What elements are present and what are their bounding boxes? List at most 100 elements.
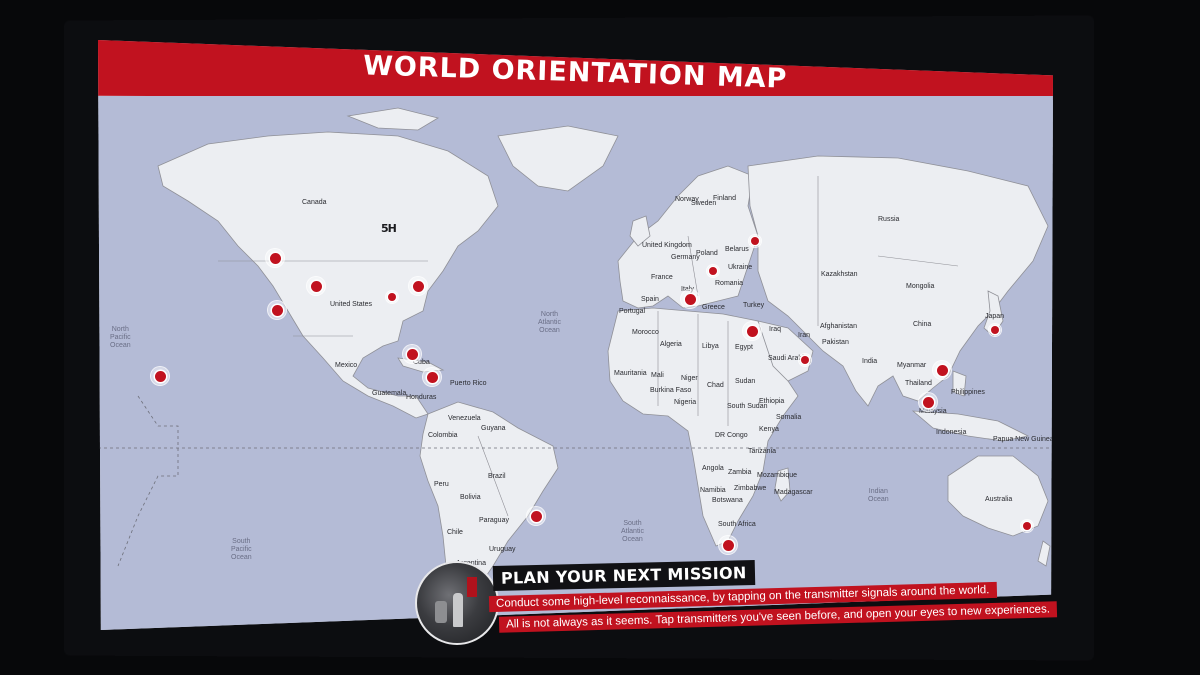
transmitter-dot-icon	[412, 280, 424, 292]
transmitter-dot-icon	[722, 539, 734, 551]
transmitter-dot-icon	[1023, 522, 1031, 530]
country-label: Algeria	[660, 341, 682, 348]
country-label: Afghanistan	[820, 323, 857, 330]
country-label: Mauritania	[614, 370, 647, 377]
transmitter-dot-icon	[801, 356, 809, 364]
ocean-label: South Pacific Ocean	[231, 538, 252, 561]
transmitter-marker-seattle[interactable]	[266, 249, 284, 267]
transmitter-dot-icon	[936, 364, 948, 376]
transmitter-dot-icon	[991, 326, 999, 334]
country-label: Portugal	[619, 308, 646, 315]
country-label: Myanmar	[897, 362, 927, 369]
transmitter-dot-icon	[684, 293, 696, 305]
country-label: Indonesia	[936, 429, 967, 436]
thumbnail-red-sign	[467, 577, 477, 597]
transmitter-marker-cape-town[interactable]	[719, 536, 737, 554]
country-label: Bolivia	[460, 494, 481, 501]
ocean-label: South Atlantic Ocean	[621, 520, 644, 543]
transmitter-marker-hawaii[interactable]	[151, 367, 169, 385]
transmitter-marker-miami[interactable]	[403, 345, 421, 363]
country-label: United Kingdom	[642, 242, 692, 249]
country-label: Spain	[641, 296, 659, 303]
country-label: Turkey	[743, 302, 765, 309]
transmitter-dot-icon	[310, 280, 322, 292]
touch-screen: WORLD ORIENTATION MAP Canada United Stat…	[98, 40, 1053, 630]
country-label: Brazil	[488, 473, 506, 480]
ocean-label: North Pacific Ocean	[110, 326, 131, 349]
country-label: Belarus	[725, 246, 749, 253]
country-label: Morocco	[632, 329, 659, 336]
country-label: Sudan	[735, 378, 756, 385]
country-label: Guyana	[481, 425, 506, 432]
country-label: Papua New Guinea	[993, 436, 1053, 443]
country-label: Philippines	[951, 389, 985, 396]
country-label: Mozambique	[757, 472, 798, 479]
country-label: Iraq	[769, 326, 782, 333]
transmitter-dot-icon	[406, 348, 418, 360]
transmitter-marker-moscow[interactable]	[749, 235, 761, 247]
country-label: Tanzania	[748, 448, 777, 455]
country-label: Namibia	[700, 487, 726, 494]
country-label: Botswana	[712, 497, 743, 504]
transmitter-marker-new-york[interactable]	[409, 277, 427, 295]
country-label: Ethiopia	[759, 398, 785, 405]
transmitter-marker-denver[interactable]	[307, 277, 325, 295]
country-label: Japan	[985, 313, 1005, 320]
transmitter-marker-dubai[interactable]	[799, 354, 811, 366]
mission-video-thumbnail[interactable]	[415, 561, 499, 645]
transmitter-dot-icon	[269, 252, 281, 264]
transmitter-dot-icon	[709, 267, 717, 275]
transmitter-marker-caribbean[interactable]	[423, 368, 441, 386]
country-label: Uruguay	[489, 546, 516, 553]
transmitter-dot-icon	[922, 396, 934, 408]
country-label: Puerto Rico	[450, 380, 487, 387]
transmitter-marker-vienna[interactable]	[707, 265, 719, 277]
country-label: Madagascar	[774, 489, 813, 496]
transmitter-marker-chicago[interactable]	[386, 291, 398, 303]
country-label: Kazakhstan	[821, 271, 858, 278]
ocean-label: Indian Ocean	[868, 488, 889, 503]
country-label: Chile	[447, 529, 463, 536]
spy-museum-logo[interactable]: 5H	[381, 222, 397, 235]
world-map[interactable]: Canada United States Mexico Cuba Guatemala Pu…	[98, 96, 1053, 630]
country-label: Thailand	[905, 380, 932, 387]
country-label: Chad	[707, 382, 724, 389]
country-label: Australia	[985, 496, 1013, 503]
transmitter-marker-sydney[interactable]	[1021, 520, 1033, 532]
transmitter-marker-hong-kong[interactable]	[933, 361, 951, 379]
country-label: Peru	[434, 481, 449, 488]
country-label: Zambia	[728, 469, 752, 476]
country-label: Guatemala	[372, 390, 407, 397]
country-label: Mexico	[335, 362, 358, 369]
transmitter-dot-icon	[154, 370, 166, 382]
country-label: Honduras	[406, 394, 437, 401]
country-label: Angola	[702, 465, 724, 472]
country-label: Somalia	[776, 414, 802, 421]
transmitter-marker-los-angeles[interactable]	[268, 301, 286, 319]
country-label: Libya	[702, 343, 719, 350]
thumbnail-person-left	[435, 601, 447, 623]
transmitter-marker-cairo[interactable]	[743, 322, 761, 340]
transmitter-dot-icon	[751, 237, 759, 245]
country-label: Kenya	[759, 426, 779, 433]
country-label: Germany	[671, 254, 700, 261]
country-label: Romania	[715, 280, 744, 287]
country-label: Ukraine	[728, 264, 753, 271]
country-label: China	[913, 321, 932, 328]
country-label: Finland	[713, 195, 736, 202]
country-label: South Africa	[718, 521, 756, 528]
country-label: Venezuela	[448, 415, 481, 422]
transmitter-marker-singapore[interactable]	[919, 393, 937, 411]
country-label: Burkina Faso	[650, 387, 692, 394]
transmitter-marker-tokyo[interactable]	[989, 324, 1001, 336]
transmitter-dot-icon	[746, 325, 758, 337]
country-label: Paraguay	[479, 517, 509, 524]
transmitter-dot-icon	[271, 304, 283, 316]
transmitter-marker-rio[interactable]	[527, 507, 545, 525]
mission-title: PLAN YOUR NEXT MISSION	[492, 560, 755, 591]
transmitter-marker-rome[interactable]	[681, 290, 699, 308]
country-label: Mali	[651, 372, 664, 379]
ocean-label: North Atlantic Ocean	[538, 311, 561, 334]
country-label: Iran	[798, 332, 811, 339]
country-label: India	[862, 358, 878, 365]
